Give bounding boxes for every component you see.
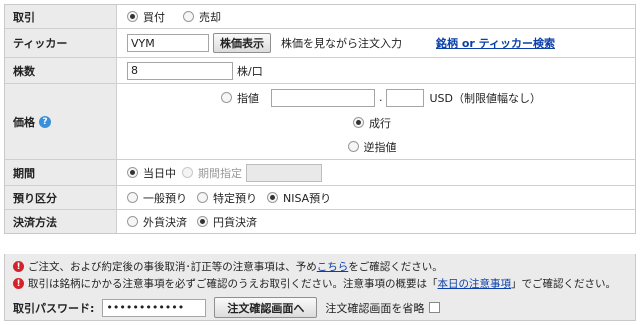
limit-radio-label: 指値	[236, 91, 259, 105]
period-specified-radio-dot	[182, 167, 193, 178]
question-icon[interactable]: ?	[39, 115, 51, 128]
note2-text-b: 」でご確認ください。	[511, 278, 616, 290]
custody-general-radio-dot[interactable]	[127, 192, 138, 203]
note2-text-a: 取引は銘柄にかかる注意事項を必ずご確認のうえお取引ください。注意事項の概要は「	[28, 278, 438, 290]
sell-radio[interactable]: 売却	[183, 9, 221, 25]
custody-specific-label: 特定預り	[213, 191, 257, 205]
custody-general-label: 一般預り	[143, 191, 187, 205]
limit-price-decimal-input[interactable]	[386, 88, 425, 107]
custody-nisa-radio[interactable]: NISA預り	[267, 190, 331, 206]
custody-general-radio[interactable]: 一般預り	[127, 190, 187, 206]
note1-link[interactable]: こちら	[317, 259, 349, 274]
period-specified-radio: 期間指定	[182, 165, 242, 181]
custody-nisa-label: NISA預り	[283, 191, 332, 205]
shares-unit: 株/口	[237, 64, 263, 78]
custody-row: 預り区分 一般預り 特定預り NISA預り	[5, 186, 635, 210]
sell-radio-dot[interactable]	[183, 11, 194, 22]
password-input[interactable]	[102, 298, 207, 317]
ticker-label: ティッカー	[5, 29, 117, 57]
settlement-foreign-radio[interactable]: 外貨決済	[127, 214, 187, 230]
buy-radio-dot[interactable]	[127, 11, 138, 22]
period-row: 期間 当日中 期間指定	[5, 160, 635, 186]
price-label: 価格	[13, 115, 35, 129]
ticker-hint: 株価を見ながら注文入力	[281, 37, 402, 50]
period-specified-label: 期間指定	[198, 166, 242, 180]
limit-radio-dot[interactable]	[220, 92, 232, 103]
market-radio[interactable]: 成行	[353, 115, 391, 131]
settlement-yen-radio-dot[interactable]	[197, 216, 208, 227]
settlement-foreign-radio-dot[interactable]	[127, 216, 138, 227]
note-line-2: ! 取引は銘柄にかかる注意事項を必ずご確認のうえお取引ください。注意事項の概要は…	[13, 275, 627, 292]
today-radio-label: 当日中	[143, 166, 176, 180]
period-date-input	[246, 163, 322, 182]
buy-radio[interactable]: 買付	[127, 9, 165, 25]
password-label: 取引パスワード:	[13, 301, 95, 315]
shares-input[interactable]	[127, 61, 233, 80]
buy-radio-label: 買付	[143, 10, 165, 24]
stop-radio[interactable]: 逆指値	[347, 139, 397, 155]
warning-icon: !	[13, 261, 24, 272]
settlement-yen-label: 円貨決済	[213, 215, 257, 229]
password-line: 取引パスワード: 注文確認画面へ 注文確認画面を省略	[13, 297, 627, 318]
show-price-button[interactable]: 株価表示	[213, 33, 271, 53]
settlement-yen-radio[interactable]: 円貨決済	[197, 214, 257, 230]
note-line-1: ! ご注文、および約定後の事後取消･訂正等の注意事項は、予め こちら をご確認く…	[13, 258, 627, 275]
today-radio-dot[interactable]	[127, 167, 138, 178]
decimal-dot: .	[378, 91, 383, 104]
custody-specific-radio-dot[interactable]	[197, 192, 208, 203]
settlement-foreign-label: 外貨決済	[143, 215, 187, 229]
trade-row: 取引 買付 売却	[5, 5, 635, 29]
order-confirm-button[interactable]: 注文確認画面へ	[214, 297, 318, 318]
market-radio-label: 成行	[369, 116, 391, 130]
price-label-cell: 価格 ?	[5, 84, 117, 159]
ticker-row: ティッカー 株価表示 株価を見ながら注文入力 銘柄 or ティッカー検索	[5, 29, 635, 58]
custody-label: 預り区分	[5, 186, 117, 209]
market-radio-dot[interactable]	[353, 117, 364, 128]
order-form: 取引 買付 売却 ティッカー 株価表示 株価を見ながら注文入力 銘柄 or ティ…	[4, 4, 636, 234]
sell-radio-label: 売却	[199, 10, 221, 24]
shares-label: 株数	[5, 58, 117, 83]
limit-radio[interactable]: 指値	[220, 90, 259, 106]
notes-panel: ! ご注文、および約定後の事後取消･訂正等の注意事項は、予め こちら をご確認く…	[4, 254, 636, 321]
limit-price-integer-input[interactable]	[270, 88, 375, 107]
today-radio[interactable]: 当日中	[127, 165, 176, 181]
skip-confirm-checkbox[interactable]	[429, 302, 441, 313]
note1-text-b: をご確認ください。	[348, 261, 443, 273]
custody-nisa-radio-dot[interactable]	[267, 192, 278, 203]
currency-note: USD（制限値幅なし）	[429, 91, 541, 105]
settlement-row: 決済方法 外貨決済 円貨決済	[5, 210, 635, 233]
custody-specific-radio[interactable]: 特定預り	[197, 190, 257, 206]
stop-radio-label: 逆指値	[363, 140, 397, 154]
note2-link[interactable]: 本日の注意事項	[438, 276, 512, 291]
note1-text-a: ご注文、および約定後の事後取消･訂正等の注意事項は、予め	[28, 261, 317, 273]
ticker-input[interactable]	[127, 34, 209, 52]
period-label: 期間	[5, 160, 117, 185]
price-row: 価格 ? 指値 . USD（制限値幅なし） 成行 逆指値	[5, 84, 635, 160]
ticker-search-link[interactable]: 銘柄 or ティッカー検索	[436, 35, 555, 51]
stop-radio-dot[interactable]	[347, 141, 359, 152]
warning-icon: !	[13, 278, 24, 289]
shares-row: 株数 株/口	[5, 58, 635, 84]
settlement-label: 決済方法	[5, 210, 117, 233]
skip-confirm-label: 注文確認画面を省略	[325, 301, 425, 315]
trade-label: 取引	[5, 5, 117, 28]
